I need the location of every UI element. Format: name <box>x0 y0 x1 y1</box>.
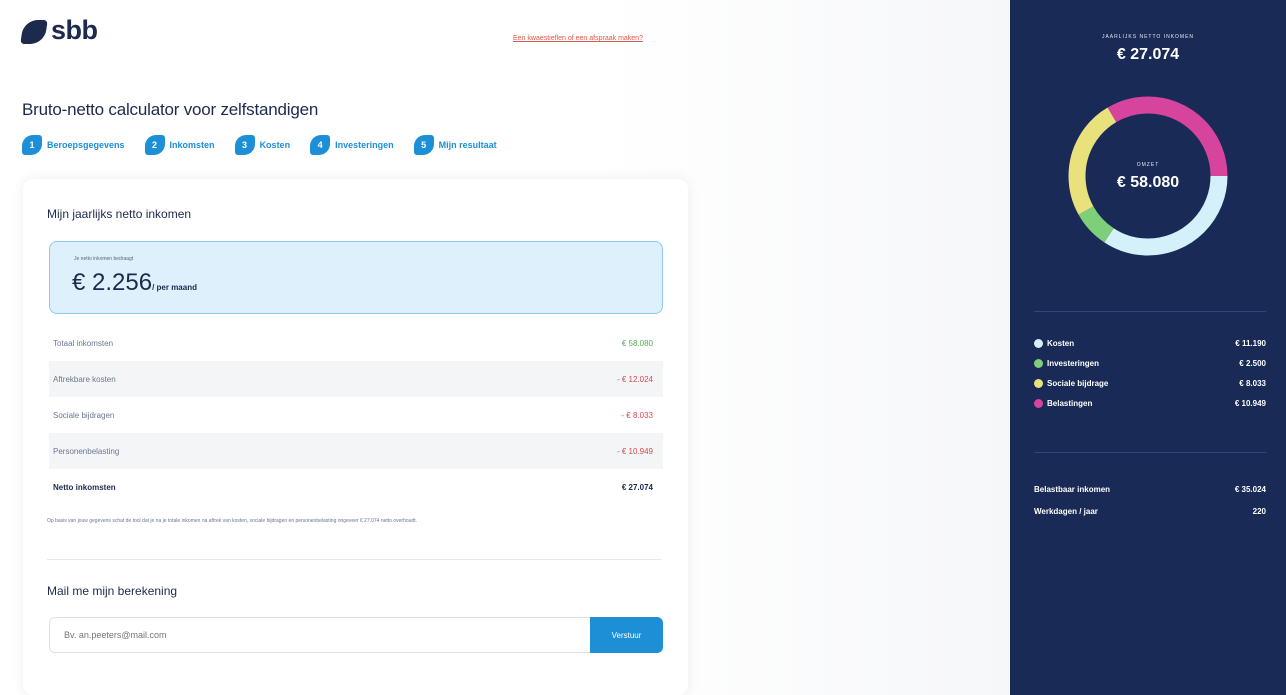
row-value: - € 10.949 <box>616 446 653 456</box>
legend-label: Kosten <box>1047 338 1075 348</box>
total-row: Netto inkomsten € 27.074 <box>49 469 663 505</box>
help-link[interactable]: Een kwaestieflen of een afspraak maken? <box>513 35 643 42</box>
total-value: € 27.074 <box>621 482 653 492</box>
email-field[interactable] <box>49 617 591 653</box>
step-number-icon: 2 <box>144 135 165 155</box>
legend-dot-icon <box>1034 358 1043 368</box>
result-note: Op basis van jouw gegevens schat de tool… <box>47 518 417 524</box>
legend-item-investeringen: Investeringen € 2.500 <box>1034 353 1266 373</box>
result-card: Mijn jaarlijks netto inkomen Je netto in… <box>23 179 688 695</box>
row-value: - € 8.033 <box>621 410 653 420</box>
sidebar-divider <box>1034 311 1266 312</box>
annual-net-label: JAARLIJKS NETTO INKOMEN <box>1101 34 1195 40</box>
row-label: Personenbelasting <box>53 446 120 456</box>
legend-value: € 11.190 <box>1235 338 1266 348</box>
legend-dot-icon <box>1034 398 1043 408</box>
step-label: Beroepsgegevens <box>47 140 125 150</box>
section-divider <box>47 559 661 560</box>
monthly-amount-suffix: / per maand <box>152 283 197 292</box>
total-label: Netto inkomsten <box>53 482 116 492</box>
legend-item-kosten: Kosten € 11.190 <box>1034 333 1266 353</box>
step-number-icon: 5 <box>413 135 434 155</box>
sbb-logo[interactable]: sbb <box>20 15 98 46</box>
step-number-icon: 4 <box>310 135 331 155</box>
table-row: Personenbelasting - € 10.949 <box>49 433 663 469</box>
summary-sidebar: JAARLIJKS NETTO INKOMEN € 27.074 OMZET €… <box>1010 0 1286 695</box>
row-value: € 58.080 <box>621 338 653 348</box>
legend-dot-icon <box>1034 338 1043 348</box>
legend-label: Sociale bijdrage <box>1047 378 1109 388</box>
monthly-net-amount: € 2.256/ per maand <box>72 269 197 297</box>
summary-meta: Belastbaar inkomen € 35.024 Werkdagen / … <box>1034 478 1266 522</box>
step-inkomsten[interactable]: 2 Inkomsten <box>144 135 215 155</box>
breakdown-table: Totaal inkomsten € 58.080 Aftrekbare kos… <box>49 325 663 505</box>
sbb-logo-icon <box>20 20 48 44</box>
step-mijn-resultaat[interactable]: 5 Mijn resultaat <box>413 135 497 155</box>
meta-label: Werkdagen / jaar <box>1034 506 1098 516</box>
step-number-icon: 3 <box>234 135 255 155</box>
donut-center-value: € 58.080 <box>1116 174 1180 191</box>
legend-dot-icon <box>1034 378 1043 388</box>
mail-section-title: Mail me mijn berekening <box>47 584 178 598</box>
legend-value: € 2.500 <box>1239 358 1266 368</box>
monthly-net-highlight: Je netto inkomen bedraagt € 2.256/ per m… <box>49 241 663 314</box>
meta-value: 220 <box>1252 506 1266 516</box>
donut-center-label: OMZET <box>1136 162 1160 168</box>
step-number-icon: 1 <box>22 135 42 155</box>
row-label: Totaal inkomsten <box>53 338 114 348</box>
legend-value: € 8.033 <box>1239 378 1266 388</box>
result-card-title: Mijn jaarlijks netto inkomen <box>47 207 192 221</box>
sidebar-divider <box>1034 452 1266 453</box>
step-label: Kosten <box>259 140 291 150</box>
send-button[interactable]: Verstuur <box>590 617 663 653</box>
step-label: Inkomsten <box>169 140 215 150</box>
legend-value: € 10.949 <box>1234 398 1266 408</box>
row-label: Sociale bijdragen <box>53 410 115 420</box>
step-label: Mijn resultaat <box>438 140 497 150</box>
table-row: Aftrekbare kosten - € 12.024 <box>49 361 663 397</box>
donut-legend: Kosten € 11.190 Investeringen € 2.500 So… <box>1034 333 1266 413</box>
row-label: Aftrekbare kosten <box>53 374 116 384</box>
legend-label: Investeringen <box>1047 358 1100 368</box>
legend-item-sociale-bijdrage: Sociale bijdrage € 8.033 <box>1034 373 1266 393</box>
meta-label: Belastbaar inkomen <box>1034 484 1111 494</box>
monthly-amount-value: € 2.256 <box>72 269 153 296</box>
step-label: Investeringen <box>335 140 394 150</box>
step-beroepsgegevens[interactable]: 1 Beroepsgegevens <box>22 135 125 155</box>
row-value: - € 12.024 <box>616 374 653 384</box>
table-row: Totaal inkomsten € 58.080 <box>49 325 663 361</box>
monthly-net-label: Je netto inkomen bedraagt <box>74 256 134 262</box>
annual-net-value: € 27.074 <box>1116 46 1180 63</box>
logo-text: sbb <box>51 15 98 45</box>
step-investeringen[interactable]: 4 Investeringen <box>310 135 394 155</box>
step-navigation: 1 Beroepsgegevens 2 Inkomsten 3 Kosten 4… <box>22 135 517 155</box>
meta-workdays: Werkdagen / jaar 220 <box>1034 500 1266 522</box>
legend-item-belastingen: Belastingen € 10.949 <box>1034 393 1266 413</box>
meta-taxable-income: Belastbaar inkomen € 35.024 <box>1034 478 1266 500</box>
step-kosten[interactable]: 3 Kosten <box>234 135 291 155</box>
table-row: Sociale bijdragen - € 8.033 <box>49 397 663 433</box>
meta-value: € 35.024 <box>1234 484 1266 494</box>
page-title: Bruto-netto calculator voor zelfstandige… <box>22 100 319 119</box>
legend-label: Belastingen <box>1047 398 1093 408</box>
main-panel: sbb Een kwaestieflen of een afspraak mak… <box>0 0 1010 695</box>
